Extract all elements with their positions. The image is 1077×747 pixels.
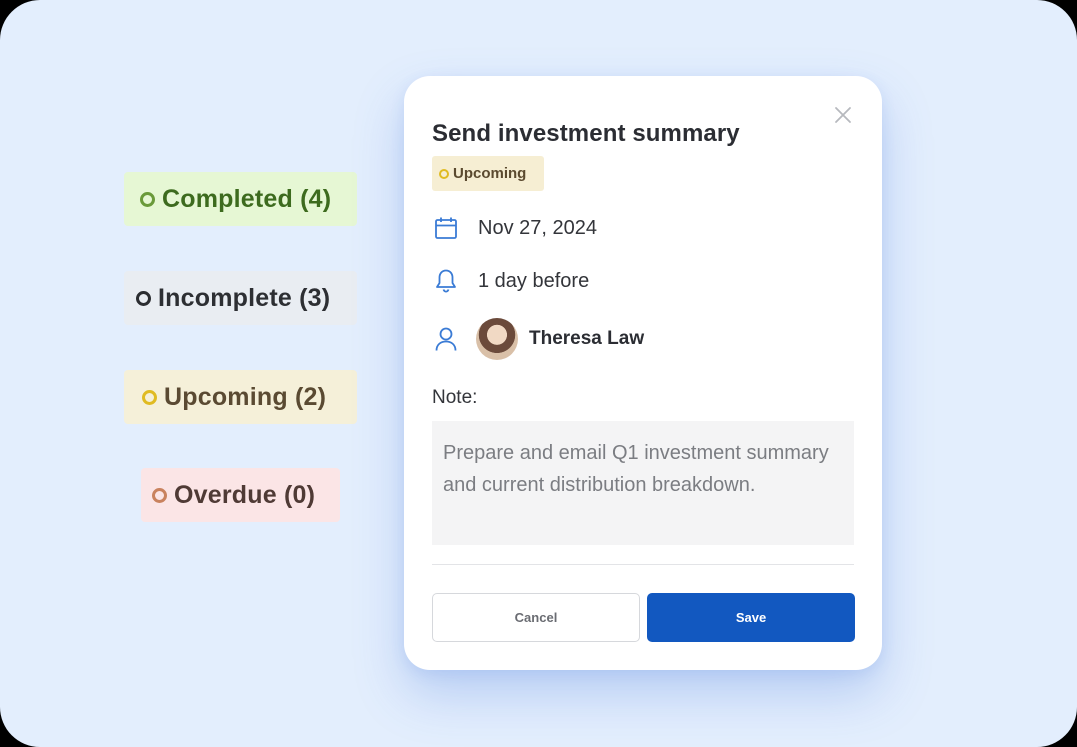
status-ring-icon: [140, 191, 155, 207]
filter-label: Incomplete (3): [158, 283, 331, 312]
filter-label: Upcoming (2): [164, 382, 327, 411]
filter-completed[interactable]: Completed (4): [124, 172, 357, 226]
note-textarea[interactable]: Prepare and email Q1 investment summary …: [432, 421, 854, 545]
note-label: Note:: [432, 387, 478, 408]
status-ring-icon: [136, 290, 151, 306]
reminder-row[interactable]: 1 day before: [432, 267, 589, 295]
filter-overdue[interactable]: Overdue (0): [141, 468, 340, 522]
cancel-button[interactable]: Cancel: [432, 593, 640, 642]
status-ring-icon: [152, 487, 167, 503]
divider: [432, 564, 854, 565]
user-icon: [432, 325, 460, 353]
bell-icon: [432, 267, 460, 295]
filter-upcoming[interactable]: Upcoming (2): [124, 370, 357, 424]
avatar: [476, 318, 518, 360]
due-date-row[interactable]: Nov 27, 2024: [432, 214, 597, 242]
due-date-value: Nov 27, 2024: [478, 216, 597, 239]
modal-title: Send investment summary: [432, 120, 740, 147]
task-detail-modal: Send investment summary Upcoming Nov 27,…: [404, 76, 882, 670]
assignee-name: Theresa Law: [529, 328, 645, 349]
status-badge-label: Upcoming: [453, 165, 527, 182]
status-badge: Upcoming: [432, 156, 544, 191]
status-ring-icon: [439, 168, 449, 179]
filter-label: Overdue (0): [174, 480, 316, 509]
filter-incomplete[interactable]: Incomplete (3): [124, 271, 357, 325]
app-canvas: Completed (4) Incomplete (3) Upcoming (2…: [0, 0, 1077, 747]
save-button[interactable]: Save: [647, 593, 855, 642]
assignee-row[interactable]: Theresa Law: [432, 318, 644, 360]
reminder-value: 1 day before: [478, 269, 590, 292]
calendar-icon: [432, 214, 460, 242]
status-ring-icon: [142, 389, 157, 405]
filter-label: Completed (4): [162, 184, 332, 213]
close-icon[interactable]: [832, 104, 854, 126]
